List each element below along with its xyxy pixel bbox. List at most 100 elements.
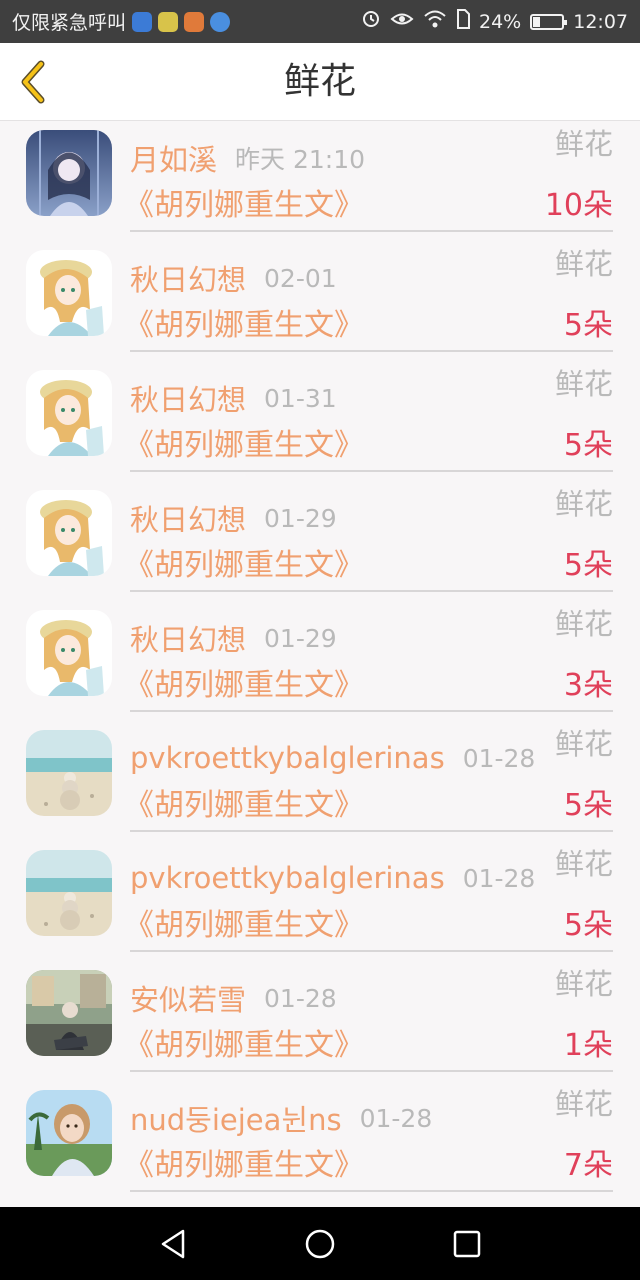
sender-name[interactable]: 秋日幻想 [130,497,246,539]
avatar[interactable] [26,370,112,456]
avatar[interactable] [26,730,112,816]
sender-name[interactable]: pvkroettkybalglerinas [130,741,445,775]
list-item[interactable]: nud둥iejea뉜ns 01-28 鲜花 《胡列娜重生文》 7朵 [0,1082,640,1202]
timestamp: 01-28 [264,983,337,1013]
gift-type: 鲜花 [554,487,613,521]
gift-type: 鲜花 [554,247,613,281]
sender-name[interactable]: 秋日幻想 [130,617,246,659]
gift-count: 5朵 [563,548,613,583]
avatar[interactable] [26,1090,112,1176]
gift-type: 鲜花 [554,127,613,161]
gift-type: 鲜花 [554,847,613,881]
list-item-content: 秋日幻想 01-31 鲜花 《胡列娜重生文》 5朵 [124,362,613,472]
video-app-icon [184,11,205,32]
browser-app-icon [210,11,231,32]
sender-name[interactable]: 秋日幻想 [130,377,246,419]
timestamp: 01-29 [264,503,337,533]
list-item-header: nud둥iejea뉜ns 01-28 [130,1096,613,1140]
sim-icon [456,9,470,34]
gift-type: 鲜花 [554,367,613,401]
book-title[interactable]: 《胡列娜重生文》 [124,1146,364,1186]
carrier-text: 仅限紧急呼叫 [12,12,127,34]
list-item[interactable]: 秋日幻想 01-31 鲜花 《胡列娜重生文》 5朵 [0,362,640,482]
book-title[interactable]: 《胡列娜重生文》 [124,426,364,466]
list-item-content: pvkroettkybalglerinas 01-28 鲜花 《胡列娜重生文》 … [124,842,613,952]
avatar[interactable] [26,610,112,696]
page-title: 鲜花 [283,61,356,102]
book-title[interactable]: 《胡列娜重生文》 [124,546,364,586]
sender-name[interactable]: 秋日幻想 [130,257,246,299]
list-item-content: 秋日幻想 01-29 鲜花 《胡列娜重生文》 5朵 [124,482,613,592]
nav-back-button[interactable] [143,1214,203,1274]
list-item-header: 安似若雪 01-28 [130,976,613,1020]
nav-recents-button[interactable] [437,1214,497,1274]
gift-count: 5朵 [563,428,613,463]
list-item[interactable]: 秋日幻想 02-01 鲜花 《胡列娜重生文》 5朵 [0,242,640,362]
list-item[interactable]: 月如溪 昨天 21:10 鲜花 《胡列娜重生文》 10朵 [0,122,640,242]
avatar[interactable] [26,850,112,936]
list-item[interactable]: 秋日幻想 01-29 鲜花 《胡列娜重生文》 5朵 [0,482,640,602]
gift-type: 鲜花 [554,727,613,761]
list-item-header: pvkroettkybalglerinas 01-28 [130,736,613,780]
gift-count: 3朵 [563,668,613,703]
battery-percent: 24% [479,10,522,33]
gift-count: 5朵 [563,908,613,943]
eye-icon [390,10,414,33]
avatar[interactable] [26,250,112,336]
battery-icon [530,13,568,30]
sender-name[interactable]: 月如溪 [130,137,217,179]
square-recents-icon [453,1230,480,1257]
app-notification-icon [158,11,179,32]
book-title[interactable]: 《胡列娜重生文》 [124,1026,364,1066]
nav-home-button[interactable] [290,1214,350,1274]
gift-count: 7朵 [563,1148,613,1183]
timestamp: 昨天 21:10 [235,145,366,174]
vibrate-icon [361,9,381,34]
list-item-header: pvkroettkybalglerinas 01-28 [130,856,613,900]
book-title[interactable]: 《胡列娜重生文》 [124,906,364,946]
list-item-content: nud둥iejea뉜ns 01-28 鲜花 《胡列娜重生文》 7朵 [124,1082,613,1192]
timestamp: 01-31 [264,383,337,413]
flower-gift-list: 月如溪 昨天 21:10 鲜花 《胡列娜重生文》 10朵 秋日幻想 02-01 … [0,122,640,1202]
list-item[interactable]: pvkroettkybalglerinas 01-28 鲜花 《胡列娜重生文》 … [0,842,640,962]
list-item-header: 秋日幻想 01-29 [130,496,613,540]
list-item-content: 月如溪 昨天 21:10 鲜花 《胡列娜重生文》 10朵 [124,122,613,232]
gift-count: 10朵 [544,188,613,223]
timestamp: 01-29 [264,623,337,653]
circle-home-icon [305,1229,335,1258]
list-item-header: 秋日幻想 01-29 [130,616,613,660]
sender-name[interactable]: 安似若雪 [130,977,246,1019]
system-navigation-bar [0,1207,640,1280]
app-header: 鲜花 [0,43,640,121]
gift-type: 鲜花 [554,1087,613,1121]
app-notification-icon [132,11,153,32]
list-item[interactable]: 安似若雪 01-28 鲜花 《胡列娜重生文》 1朵 [0,962,640,1082]
list-item-content: 秋日幻想 02-01 鲜花 《胡列娜重生文》 5朵 [124,242,613,352]
clock: 12:07 [573,10,628,33]
list-item-content: 安似若雪 01-28 鲜花 《胡列娜重生文》 1朵 [124,962,613,1072]
avatar[interactable] [26,970,112,1056]
list-item-header: 秋日幻想 01-31 [130,376,613,420]
sender-name[interactable]: nud둥iejea뉜ns [130,1097,342,1139]
list-item-header: 月如溪 昨天 21:10 [130,136,613,180]
wifi-icon [423,9,447,34]
avatar[interactable] [26,130,112,216]
sender-name[interactable]: pvkroettkybalglerinas [130,861,445,895]
timestamp: 01-28 [359,1103,433,1133]
avatar[interactable] [26,490,112,576]
list-item-header: 秋日幻想 02-01 [130,256,613,300]
book-title[interactable]: 《胡列娜重生文》 [124,306,364,346]
gift-type: 鲜花 [554,967,613,1001]
timestamp: 01-28 [462,743,536,773]
gift-count: 5朵 [563,308,613,343]
timestamp: 01-28 [462,863,536,893]
timestamp: 02-01 [264,263,337,293]
list-item[interactable]: pvkroettkybalglerinas 01-28 鲜花 《胡列娜重生文》 … [0,722,640,842]
gift-count: 1朵 [563,1028,613,1063]
list-item[interactable]: 秋日幻想 01-29 鲜花 《胡列娜重生文》 3朵 [0,602,640,722]
book-title[interactable]: 《胡列娜重生文》 [124,186,364,226]
status-bar: 仅限紧急呼叫 24% 12:07 [0,0,640,43]
book-title[interactable]: 《胡列娜重生文》 [124,666,364,706]
book-title[interactable]: 《胡列娜重生文》 [124,786,364,826]
triangle-back-icon [162,1229,185,1258]
